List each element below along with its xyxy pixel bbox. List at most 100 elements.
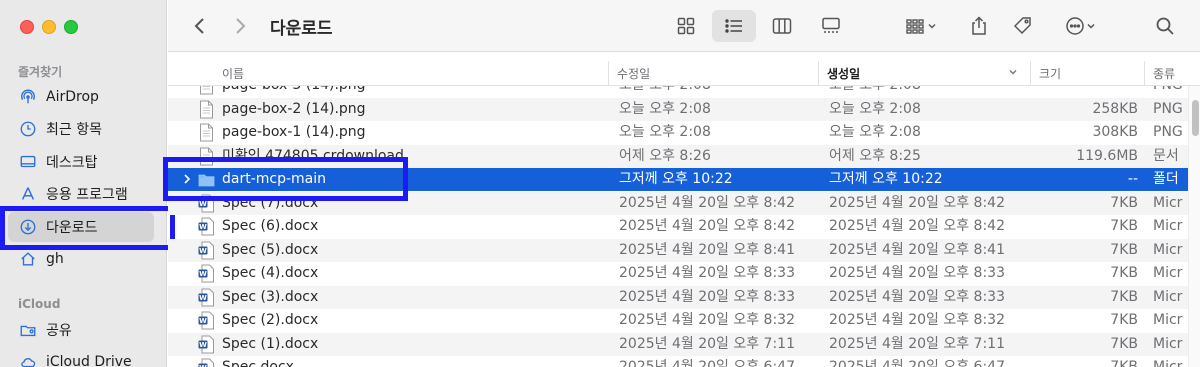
home-icon [18,249,38,269]
search-icon [1156,17,1174,35]
file-created-date: 2025년 4월 20일 오후 8:41 [829,241,1005,258]
gallery-icon [822,17,840,33]
svg-text:W: W [199,247,207,255]
file-size [1028,86,1138,97]
word-doc-icon: W [198,311,215,330]
forward-button[interactable] [228,10,252,42]
file-created-date: 2025년 4월 20일 오후 8:42 [829,194,1005,211]
word-doc-icon: W [198,217,215,236]
column-header-name[interactable]: 이름 [214,61,606,86]
file-created-date: 2025년 4월 20일 오후 7:11 [829,335,1005,352]
sidebar-item-recents[interactable]: 최근 항목 [8,114,154,144]
file-size: 119.6MB [1076,147,1138,164]
file-row[interactable]: page-box-1 (14).png 오늘 오후 2:08 오늘 오후 2:08 3… [168,121,1188,144]
file-name: Spec (4).docx [222,265,319,281]
sidebar-item-icloud-drive[interactable]: iCloud Drive [8,347,154,367]
column-header-created[interactable]: 생성일 [818,61,1030,86]
sidebar-item-shared[interactable]: 공유 [8,315,154,345]
file-kind: Micr [1153,359,1183,367]
favorites-section-label: 즐겨찾기 [18,65,63,79]
file-modified-date: 2025년 4월 20일 오후 8:32 [619,312,795,328]
chevron-right-icon [236,18,246,34]
word-doc-icon: W [198,335,215,354]
file-modified-date: 2025년 4월 20일 오후 8:33 [619,288,795,305]
sidebar: 즐겨찾기 AirDrop 최근 항목 데스크탑 응용 프로그램 다운로드 gh [0,0,167,367]
file-list: page-box-3 (14).png 오늘 오후 2:08 오늘 오후 2:08 P… [168,86,1188,367]
column-label: 종류 [1153,67,1176,81]
file-modified-date: 오늘 오후 2:08 [619,86,819,97]
file-row[interactable]: W Spec (6).docx 2025년 4월 20일 오후 8:42 2025년 … [168,215,1188,238]
file-kind: 문서 [1153,147,1179,164]
document-icon [198,100,215,119]
file-kind: Micr [1153,241,1183,258]
sidebar-item-desktop[interactable]: 데스크탑 [8,147,154,177]
file-kind: PNG [1153,100,1183,117]
back-button[interactable] [188,10,212,42]
sidebar-item-applications[interactable]: 응용 프로그램 [8,179,154,209]
search-button[interactable] [1152,10,1178,42]
file-size: -- [1127,171,1138,187]
file-modified-date: 그저께 오후 10:22 [619,171,733,187]
file-modified-date: 2025년 4월 20일 오후 8:42 [619,218,795,234]
file-created-date: 오늘 오후 2:08 [829,86,1029,97]
scrollbar-thumb[interactable] [1192,100,1199,136]
gallery-view-button[interactable] [816,10,846,42]
file-name: Spec (2).docx [222,312,319,328]
column-label: 생성일 [827,67,861,81]
close-window-button[interactable] [20,20,34,34]
file-name: page-box-2 (14).png [222,100,366,117]
more-actions-button[interactable] [1058,10,1104,42]
sidebar-item-airdrop[interactable]: AirDrop [8,82,154,112]
file-row[interactable]: W Spec (1).docx 2025년 4월 20일 오후 7:11 2025년 … [168,332,1188,356]
tag-icon [1013,17,1031,35]
column-label: 크기 [1039,67,1062,81]
file-kind: Micr [1153,335,1183,352]
icloud-icon [18,352,38,367]
ellipsis-circle-icon [1066,17,1095,35]
word-doc-icon: W [198,358,215,367]
file-created-date: 2025년 4월 20일 오후 8:42 [829,218,1005,234]
file-row[interactable]: page-box-3 (14).png 오늘 오후 2:08 오늘 오후 2:08 P… [168,86,1188,97]
file-created-date: 2025년 4월 20일 오후 8:33 [829,288,1005,305]
file-row[interactable]: W Spec (3).docx 2025년 4월 20일 오후 8:33 2025년 … [168,285,1188,309]
desktop-icon [18,152,38,172]
file-kind: Micr [1153,265,1183,281]
svg-text:W: W [199,223,207,231]
share-button[interactable] [966,10,992,42]
file-modified-date: 2025년 4월 20일 오후 7:11 [619,335,795,352]
sidebar-item-label: gh [46,251,64,267]
column-header-size[interactable]: 크기 [1030,61,1144,86]
file-row[interactable]: W Spec (5).docx 2025년 4월 20일 오후 8:41 2025년 … [168,238,1188,262]
column-header-kind[interactable]: 종류 [1144,61,1200,86]
file-kind: Micr [1153,194,1183,211]
minimize-window-button[interactable] [42,20,56,34]
file-size: 7KB [1110,335,1138,352]
tag-button[interactable] [1008,10,1038,42]
sidebar-item-label: 공유 [46,323,72,339]
file-row[interactable]: W Spec (2).docx 2025년 4월 20일 오후 8:32 2025년 … [168,309,1188,332]
column-header-modified[interactable]: 수정일 [608,61,818,86]
window-controls [20,20,78,34]
airdrop-icon [18,87,38,107]
toolbar: 다운로드 [168,0,1200,52]
file-kind: PNG [1153,86,1188,97]
file-kind: Micr [1153,312,1183,328]
column-view-button[interactable] [767,10,797,42]
file-row[interactable]: page-box-2 (14).png 오늘 오후 2:08 오늘 오후 2:08 2… [168,97,1188,121]
file-row[interactable]: W Spec.docx 2025년 4월 20일 오후 6:47 2025년 4월 2… [168,356,1188,367]
file-created-date: 2025년 4월 20일 오후 8:33 [829,265,1005,281]
file-kind: Micr [1153,288,1183,305]
group-by-button[interactable] [898,10,944,42]
file-size: 7KB [1110,312,1138,328]
sidebar-item-label: 응용 프로그램 [46,187,128,203]
list-view-button[interactable] [712,10,756,42]
vertical-scrollbar[interactable] [1188,86,1200,367]
zoom-window-button[interactable] [64,20,78,34]
file-kind: Micr [1153,218,1183,234]
file-size: 7KB [1110,359,1138,367]
file-row[interactable]: W Spec (4).docx 2025년 4월 20일 오후 8:33 2025년 … [168,262,1188,285]
column-header: 이름 수정일 생성일 크기 종류 [168,61,1200,86]
file-kind: PNG [1153,124,1183,140]
icon-view-button[interactable] [671,10,701,42]
file-size: 7KB [1110,194,1138,211]
